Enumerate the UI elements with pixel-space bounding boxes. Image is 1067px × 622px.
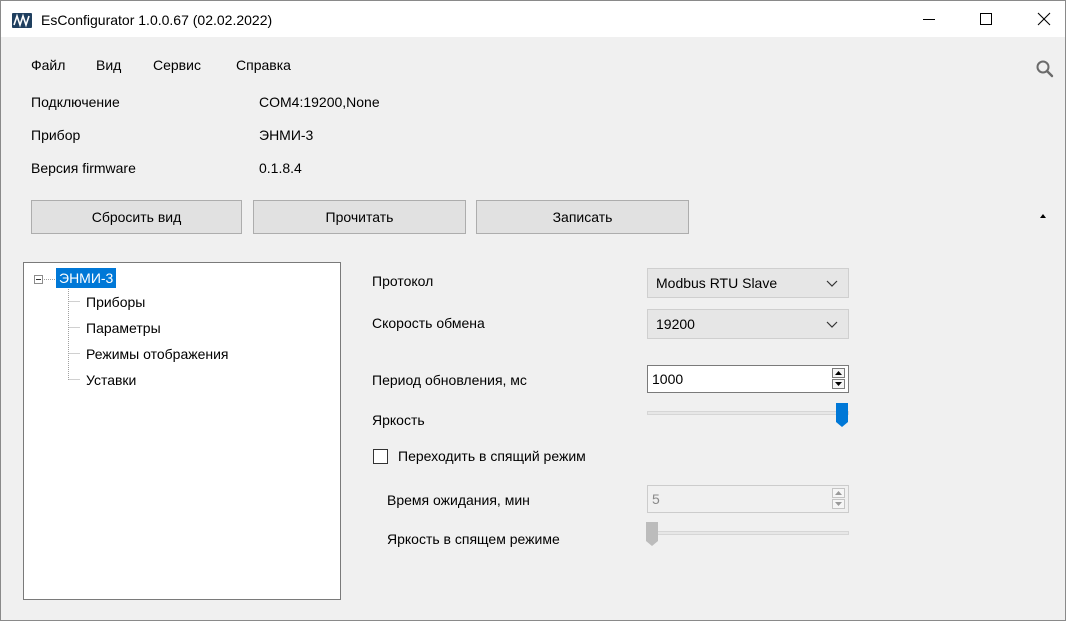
tree-root-item[interactable]: ЭНМИ-3 bbox=[56, 268, 117, 288]
sleep-mode-label[interactable]: Переходить в спящий режим bbox=[398, 448, 586, 464]
close-button[interactable] bbox=[1021, 1, 1067, 37]
protocol-value: Modbus RTU Slave bbox=[656, 275, 778, 291]
brightness-slider-thumb[interactable] bbox=[836, 403, 848, 427]
baud-label: Скорость обмена bbox=[372, 315, 485, 331]
maximize-button[interactable] bbox=[963, 1, 1009, 37]
tree-item-display-modes[interactable]: Режимы отображения bbox=[86, 344, 229, 364]
wait-decrement-button[interactable] bbox=[832, 499, 845, 509]
menu-view[interactable]: Вид bbox=[96, 57, 121, 73]
baud-select[interactable]: 19200 bbox=[647, 309, 849, 339]
period-value: 1000 bbox=[652, 371, 684, 387]
sleep-brightness-slider-track[interactable] bbox=[647, 531, 849, 535]
close-icon bbox=[1037, 12, 1051, 26]
read-button[interactable]: Прочитать bbox=[253, 200, 466, 234]
search-icon[interactable] bbox=[1035, 59, 1055, 79]
sleep-brightness-label: Яркость в спящем режиме bbox=[387, 531, 560, 547]
device-label: Прибор bbox=[31, 127, 81, 143]
chevron-down-icon bbox=[826, 321, 838, 328]
wait-time-label: Время ожидания, мин bbox=[387, 492, 530, 508]
sleep-mode-checkbox[interactable] bbox=[373, 449, 388, 464]
tree-item-devices[interactable]: Приборы bbox=[86, 292, 145, 312]
menu-file[interactable]: Файл bbox=[31, 57, 65, 73]
tree-item-parameters[interactable]: Параметры bbox=[86, 318, 161, 338]
chevron-down-icon bbox=[826, 280, 838, 287]
baud-value: 19200 bbox=[656, 316, 695, 332]
wait-time-stepper[interactable]: 5 bbox=[647, 485, 849, 513]
menu-help[interactable]: Справка bbox=[236, 57, 291, 73]
triangle-down-icon bbox=[835, 502, 842, 506]
write-button[interactable]: Записать bbox=[476, 200, 689, 234]
app-window: EsConfigurator 1.0.0.67 (02.02.2022) Фай… bbox=[0, 0, 1066, 621]
period-label: Период обновления, мс bbox=[372, 372, 527, 388]
collapse-up-icon[interactable] bbox=[1040, 214, 1046, 218]
device-tree[interactable]: ЭНМИ-3 Приборы Параметры Режимы отображе… bbox=[23, 262, 341, 600]
tree-collapse-toggle[interactable] bbox=[34, 275, 43, 284]
period-increment-button[interactable] bbox=[832, 368, 845, 378]
minimize-icon bbox=[923, 19, 935, 20]
sleep-brightness-slider-thumb[interactable] bbox=[646, 522, 658, 546]
connection-value: COM4:19200,None bbox=[259, 94, 380, 110]
menu-service[interactable]: Сервис bbox=[153, 57, 201, 73]
protocol-select[interactable]: Modbus RTU Slave bbox=[647, 268, 849, 298]
wait-increment-button[interactable] bbox=[832, 488, 845, 498]
connection-label: Подключение bbox=[31, 94, 120, 110]
device-value: ЭНМИ-3 bbox=[259, 127, 314, 143]
period-stepper[interactable]: 1000 bbox=[647, 365, 849, 393]
wait-time-value: 5 bbox=[652, 491, 660, 507]
firmware-value: 0.1.8.4 bbox=[259, 160, 302, 176]
period-decrement-button[interactable] bbox=[832, 379, 845, 389]
triangle-down-icon bbox=[835, 382, 842, 386]
triangle-up-icon bbox=[835, 491, 842, 495]
triangle-up-icon bbox=[835, 371, 842, 375]
brightness-slider-track[interactable] bbox=[647, 411, 849, 415]
esconfigurator-logo-icon bbox=[12, 13, 32, 28]
reset-view-button[interactable]: Сбросить вид bbox=[31, 200, 242, 234]
firmware-label: Версия firmware bbox=[31, 160, 136, 176]
title-bar: EsConfigurator 1.0.0.67 (02.02.2022) bbox=[1, 1, 1065, 37]
window-title: EsConfigurator 1.0.0.67 (02.02.2022) bbox=[41, 12, 273, 28]
minimize-button[interactable] bbox=[906, 1, 952, 37]
maximize-icon bbox=[980, 13, 992, 25]
tree-item-setpoints[interactable]: Уставки bbox=[86, 370, 136, 390]
brightness-label: Яркость bbox=[372, 412, 425, 428]
protocol-label: Протокол bbox=[372, 273, 434, 289]
